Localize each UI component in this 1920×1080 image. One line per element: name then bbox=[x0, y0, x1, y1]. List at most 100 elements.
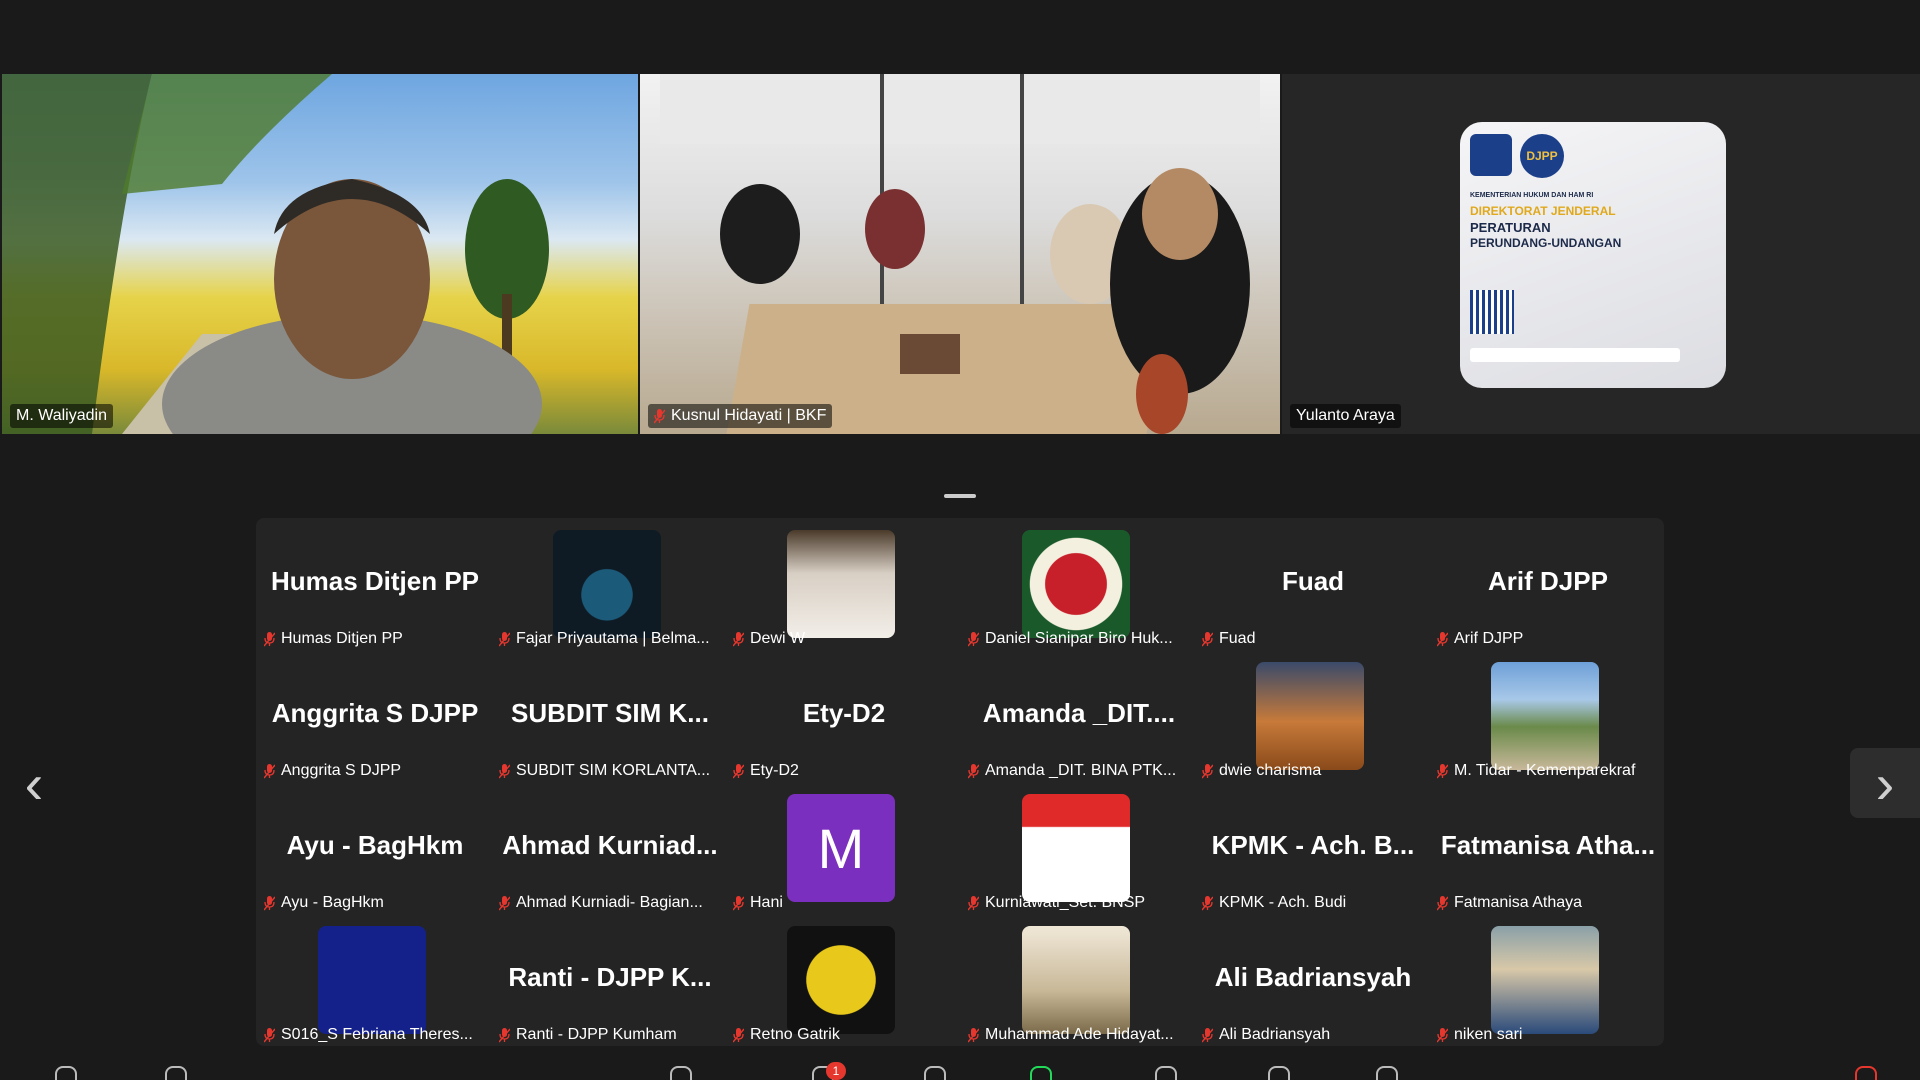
resize-handle[interactable] bbox=[944, 494, 976, 498]
participant-tile[interactable]: Muhammad Ade Hidayat... bbox=[962, 914, 1196, 1046]
participant-tile[interactable]: M. Tidar - Kemenparekraf bbox=[1431, 650, 1665, 782]
mic-muted-icon bbox=[733, 631, 744, 647]
mic-muted-icon bbox=[654, 408, 665, 424]
participant-display-name: Ranti - DJPP K... bbox=[508, 962, 712, 992]
participant-tile[interactable]: SUBDIT SIM K... SUBDIT SIM KORLANTA... bbox=[493, 650, 727, 782]
participant-tile[interactable]: Humas Ditjen PP Humas Ditjen PP bbox=[258, 518, 492, 650]
participant-tile[interactable]: dwie charisma bbox=[1196, 650, 1430, 782]
participant-tile[interactable]: KPMK - Ach. B... KPMK - Ach. Budi bbox=[1196, 782, 1430, 914]
participant-tile[interactable]: S016_S Febriana Theres... bbox=[258, 914, 492, 1046]
participant-tile[interactable]: Amanda _DIT.... Amanda _DIT. BINA PTK... bbox=[962, 650, 1196, 782]
participant-name: KPMK - Ach. Budi bbox=[1219, 894, 1347, 911]
participant-tile[interactable]: Ahmad Kurniad... Ahmad Kurniadi- Bagian..… bbox=[493, 782, 727, 914]
participant-name-tag: Daniel Sianipar Biro Huk... bbox=[968, 630, 1173, 648]
ministry-logo-icon bbox=[1470, 134, 1512, 176]
mic-muted-icon bbox=[1202, 1027, 1213, 1043]
participant-name-tag: Fuad bbox=[1202, 630, 1255, 648]
mic-muted-icon bbox=[264, 631, 275, 647]
mic-muted-icon bbox=[968, 1027, 979, 1043]
participant-tile[interactable]: Fuad Fuad bbox=[1196, 518, 1430, 650]
participant-name-tag: Muhammad Ade Hidayat... bbox=[968, 1026, 1174, 1044]
meeting-toolbar bbox=[0, 1060, 1920, 1080]
previous-page-button[interactable]: ‹ bbox=[4, 748, 64, 818]
mic-muted-icon bbox=[1437, 763, 1448, 779]
participant-name: Fuad bbox=[1219, 630, 1256, 647]
participant-name-tag: Hani bbox=[733, 894, 783, 912]
poster-title-1: DIREKTORAT JENDERAL bbox=[1470, 204, 1616, 218]
sponsor-strip bbox=[1470, 348, 1680, 362]
virtual-background-field bbox=[2, 74, 638, 434]
mic-muted-icon bbox=[733, 895, 744, 911]
poster-title-2: PERATURAN bbox=[1470, 220, 1551, 235]
chat-badge: 1 bbox=[826, 1062, 846, 1080]
mic-muted-icon bbox=[1437, 1027, 1448, 1043]
participant-display-name: Ayu - BagHkm bbox=[286, 830, 464, 860]
participant-display-name: KPMK - Ach. B... bbox=[1211, 830, 1415, 860]
participant-name-tag: Fajar Priyautama | Belma... bbox=[499, 630, 710, 648]
participant-tile[interactable]: M Hani bbox=[727, 782, 961, 914]
participant-tile[interactable]: Fajar Priyautama | Belma... bbox=[493, 518, 727, 650]
participant-name-tag: KPMK - Ach. Budi bbox=[1202, 894, 1346, 912]
next-page-button[interactable]: › bbox=[1850, 748, 1920, 818]
participant-name-tag: niken sari bbox=[1437, 1026, 1522, 1044]
participant-name-tag: SUBDIT SIM KORLANTA... bbox=[499, 762, 710, 780]
participant-name: Dewi W bbox=[750, 630, 806, 647]
participant-display-name: Arif DJPP bbox=[1488, 566, 1608, 596]
breakout-icon[interactable] bbox=[1268, 1066, 1290, 1080]
participant-display-name: Anggrita S DJPP bbox=[271, 698, 479, 728]
mic-muted-icon bbox=[499, 763, 510, 779]
participant-tile[interactable]: Dewi W bbox=[727, 518, 961, 650]
participant-tile[interactable]: Anggrita S DJPP Anggrita S DJPP bbox=[258, 650, 492, 782]
mic-icon[interactable] bbox=[55, 1066, 77, 1080]
participant-name-tag: Retno Gatrik bbox=[733, 1026, 840, 1044]
speaker-name-tag: Kusnul Hidayati | BKF bbox=[648, 404, 833, 428]
participant-display-name: Ali Badriansyah bbox=[1214, 962, 1412, 992]
participant-tile[interactable]: Ranti - DJPP K... Ranti - DJPP Kumham bbox=[493, 914, 727, 1046]
participant-name: Fajar Priyautama | Belma... bbox=[516, 630, 710, 647]
mic-muted-icon bbox=[1437, 631, 1448, 647]
participant-name: M. Tidar - Kemenparekraf bbox=[1454, 762, 1636, 779]
participant-name-tag: Ety-D2 bbox=[733, 762, 799, 780]
participant-tile[interactable]: Retno Gatrik bbox=[727, 914, 961, 1046]
more-icon[interactable] bbox=[1376, 1066, 1398, 1080]
participant-display-name: Ahmad Kurniad... bbox=[502, 830, 718, 860]
participant-name: Ayu - BagHkm bbox=[281, 894, 384, 911]
participant-name: Ranti - DJPP Kumham bbox=[516, 1026, 677, 1043]
participant-name-tag: S016_S Febriana Theres... bbox=[264, 1026, 473, 1044]
video-tile-speaker-3[interactable]: DJPP KEMENTERIAN HUKUM DAN HAM RI DIREKT… bbox=[1282, 74, 1920, 434]
poster-title-3: PERUNDANG-UNDANGAN bbox=[1470, 236, 1622, 250]
apps-icon[interactable] bbox=[1155, 1066, 1177, 1080]
participant-display-name: Humas Ditjen PP bbox=[270, 566, 480, 596]
leave-icon[interactable] bbox=[1855, 1066, 1877, 1080]
participant-tile[interactable]: Daniel Sianipar Biro Huk... bbox=[962, 518, 1196, 650]
participant-name: Kurniawati_Set. BNSP bbox=[985, 894, 1146, 911]
participant-tile[interactable]: Arif DJPP Arif DJPP bbox=[1431, 518, 1665, 650]
video-tile-speaker-2[interactable]: Kusnul Hidayati | BKF bbox=[640, 74, 1280, 434]
participant-display-name: Fuad bbox=[1281, 566, 1345, 596]
participants-icon[interactable] bbox=[670, 1066, 692, 1080]
react-icon[interactable] bbox=[924, 1066, 946, 1080]
participant-name: Ali Badriansyah bbox=[1219, 1026, 1331, 1043]
participant-tile[interactable]: Fatmanisa Atha... Fatmanisa Athaya bbox=[1431, 782, 1665, 914]
participant-name: Ety-D2 bbox=[750, 762, 799, 779]
participant-tile[interactable]: Ayu - BagHkm Ayu - BagHkm bbox=[258, 782, 492, 914]
mic-muted-icon bbox=[968, 631, 979, 647]
participant-display-name: Fatmanisa Atha... bbox=[1440, 830, 1656, 860]
participant-tile[interactable]: Ali Badriansyah Ali Badriansyah bbox=[1196, 914, 1430, 1046]
participant-name: Daniel Sianipar Biro Huk... bbox=[985, 630, 1173, 647]
speaker-name: M. Waliyadin bbox=[16, 407, 107, 424]
participant-name-tag: M. Tidar - Kemenparekraf bbox=[1437, 762, 1635, 780]
avatar: M bbox=[787, 794, 895, 902]
video-icon[interactable] bbox=[165, 1066, 187, 1080]
participant-tile[interactable]: Ety-D2 Ety-D2 bbox=[727, 650, 961, 782]
participant-name-tag: Ranti - DJPP Kumham bbox=[499, 1026, 677, 1044]
video-tile-speaker-1[interactable]: M. Waliyadin bbox=[2, 74, 638, 434]
share-screen-icon[interactable] bbox=[1030, 1066, 1052, 1080]
avatar bbox=[1256, 662, 1364, 770]
participant-tile[interactable]: Kurniawati_Set. BNSP bbox=[962, 782, 1196, 914]
mic-muted-icon bbox=[968, 763, 979, 779]
participant-tile[interactable]: niken sari bbox=[1431, 914, 1665, 1046]
qr-code-icon bbox=[1470, 290, 1514, 334]
avatar bbox=[787, 530, 895, 638]
participant-name: Amanda _DIT. BINA PTK... bbox=[985, 762, 1177, 779]
